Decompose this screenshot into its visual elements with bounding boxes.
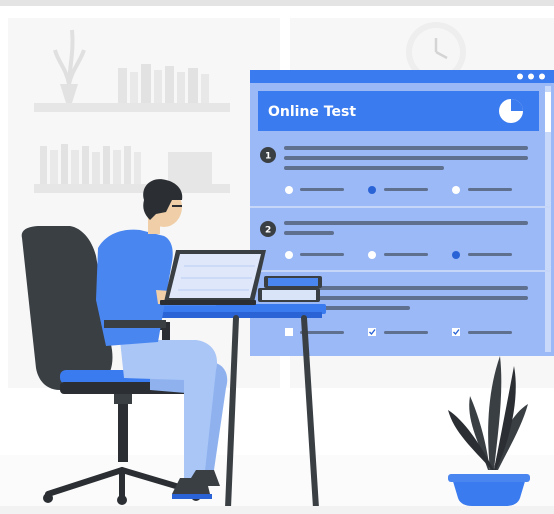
checkbox-option[interactable] — [285, 328, 293, 336]
online-test-illustration: Online Test 1 2 — [0, 0, 554, 514]
divider — [250, 270, 550, 272]
checkbox-option-checked[interactable] — [368, 328, 376, 336]
floor — [0, 506, 554, 514]
radio-option-selected[interactable] — [368, 186, 376, 194]
book-stack — [258, 276, 322, 302]
divider — [250, 206, 550, 208]
radio-option[interactable] — [452, 186, 460, 194]
question-number: 2 — [265, 226, 271, 236]
window-dot-icon — [517, 73, 523, 80]
pie-chart-icon — [499, 99, 523, 123]
test-title: Online Test — [268, 104, 356, 120]
question-number: 1 — [265, 152, 271, 162]
card-title-bar — [250, 70, 554, 83]
radio-option[interactable] — [285, 186, 293, 194]
top-border — [0, 0, 554, 6]
radio-option[interactable] — [285, 251, 293, 259]
window-dot-icon — [528, 73, 534, 80]
radio-option[interactable] — [368, 251, 376, 259]
radio-option-selected[interactable] — [452, 251, 460, 259]
scrollbar-thumb[interactable] — [545, 92, 551, 132]
checkbox-option-checked[interactable] — [452, 328, 460, 336]
window-dot-icon — [539, 73, 545, 80]
laptop — [160, 250, 266, 305]
